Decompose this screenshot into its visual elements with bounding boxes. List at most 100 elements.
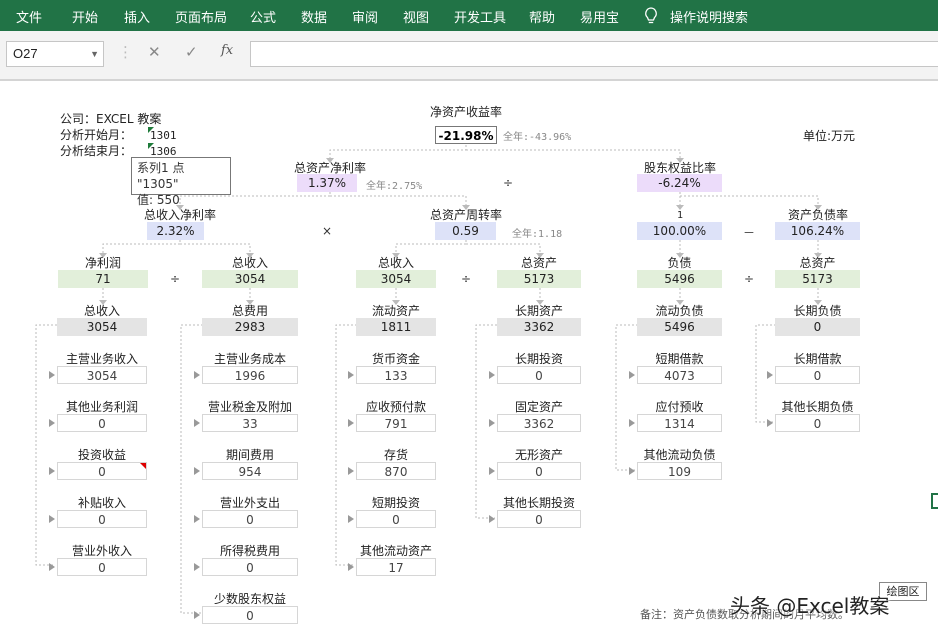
detail-item-value[interactable]: 0 <box>202 558 298 576</box>
detail-item-value[interactable]: 0 <box>57 462 147 480</box>
watermark: 头条 @Excel教案 <box>730 594 890 618</box>
detail-item-label: 所得税费用 <box>219 544 280 558</box>
liabilities-label: 负债 <box>667 256 692 270</box>
arrow-right-icon <box>49 371 55 379</box>
total-revenue-value[interactable]: 3054 <box>356 270 436 288</box>
detail-item-value[interactable]: 17 <box>356 558 436 576</box>
column-head-label: 长期资产 <box>514 304 563 318</box>
roe-label: 净资产收益率 <box>429 105 502 119</box>
detail-item-value[interactable]: 0 <box>202 606 298 624</box>
total-revenue-value[interactable]: 3054 <box>202 270 298 288</box>
divide-operator: ÷ <box>503 176 514 190</box>
detail-item-value[interactable]: 133 <box>356 366 436 384</box>
detail-item-value[interactable]: 1314 <box>637 414 722 432</box>
detail-item-value[interactable]: 3362 <box>497 414 581 432</box>
detail-item-label: 营业外收入 <box>71 544 132 558</box>
detail-item-value[interactable]: 0 <box>57 558 147 576</box>
detail-item-label: 投资收益 <box>77 448 126 462</box>
roe-year: 全年:-43.96% <box>503 128 571 143</box>
detail-item-value[interactable]: 0 <box>497 510 581 528</box>
column-head-label: 总费用 <box>231 304 268 318</box>
arrow-right-icon <box>629 371 635 379</box>
column-head-value[interactable]: 1811 <box>356 318 436 336</box>
arrow-right-icon <box>49 515 55 523</box>
asset-turnover-year: 全年:1.18 <box>512 225 562 240</box>
detail-item-value[interactable]: 0 <box>775 366 860 384</box>
detail-item-label: 其他流动负债 <box>643 448 716 462</box>
arrow-right-icon <box>489 371 495 379</box>
column-head-label: 流动资产 <box>371 304 420 318</box>
detail-item-value[interactable]: 1996 <box>202 366 298 384</box>
detail-item-value[interactable]: 0 <box>497 462 581 480</box>
arrow-right-icon <box>194 515 200 523</box>
comment-indicator-icon <box>140 463 146 469</box>
column-head-value[interactable]: 2983 <box>202 318 298 336</box>
arrow-right-icon <box>348 563 354 571</box>
detail-item-label: 货币资金 <box>371 352 420 366</box>
roa-value[interactable]: 1.37% <box>297 174 357 192</box>
arrow-right-icon <box>489 515 495 523</box>
total-assets-label: 总资产 <box>799 256 836 270</box>
detail-item-value[interactable]: 870 <box>356 462 436 480</box>
detail-item-value[interactable]: 4073 <box>637 366 722 384</box>
column-head-label: 长期负债 <box>793 304 842 318</box>
arrow-right-icon <box>348 371 354 379</box>
detail-item-label: 营业外支出 <box>219 496 280 510</box>
arrow-right-icon <box>629 419 635 427</box>
divide-operator: ÷ <box>744 272 755 286</box>
detail-item-value[interactable]: 33 <box>202 414 298 432</box>
detail-item-label: 主营业务成本 <box>213 352 286 366</box>
debt-ratio-value[interactable]: 106.24% <box>775 222 860 240</box>
detail-item-value[interactable]: 791 <box>356 414 436 432</box>
detail-item-value[interactable]: 0 <box>497 366 581 384</box>
detail-item-label: 其他长期投资 <box>502 496 575 510</box>
roe-value[interactable]: -21.98% <box>435 126 497 144</box>
detail-item-label: 营业税金及附加 <box>207 400 292 414</box>
roa-year: 全年:2.75% <box>366 177 422 192</box>
liabilities-value[interactable]: 5496 <box>637 270 722 288</box>
column-head-value[interactable]: 5496 <box>637 318 722 336</box>
error-indicator-icon <box>148 127 154 133</box>
net-profit-value[interactable]: 71 <box>58 270 148 288</box>
arrow-right-icon <box>489 467 495 475</box>
column-head-label: 总收入 <box>83 304 120 318</box>
company-label: 公司：EXCEL 教案 <box>60 112 162 126</box>
column-head-value[interactable]: 3362 <box>497 318 581 336</box>
detail-item-value[interactable]: 954 <box>202 462 298 480</box>
detail-item-label: 补贴收入 <box>77 496 126 510</box>
arrow-right-icon <box>629 467 635 475</box>
detail-item-value[interactable]: 0 <box>57 414 147 432</box>
asset-turnover-label: 总资产周转率 <box>429 208 502 222</box>
roa-year-value: 2.75% <box>392 181 423 192</box>
detail-item-label: 应付预收 <box>655 400 704 414</box>
end-month-label: 分析结束月： <box>60 144 133 158</box>
column-head-value[interactable]: 0 <box>775 318 860 336</box>
arrow-right-icon <box>194 563 200 571</box>
detail-item-label: 主营业务收入 <box>65 352 138 366</box>
net-margin-label: 总收入净利率 <box>143 208 216 222</box>
arrow-right-icon <box>348 419 354 427</box>
detail-item-label: 存货 <box>383 448 408 462</box>
net-margin-value[interactable]: 2.32% <box>147 222 204 240</box>
asset-turnover-value[interactable]: 0.59 <box>435 222 496 240</box>
total-assets-value[interactable]: 5173 <box>775 270 860 288</box>
equity-ratio-value[interactable]: -6.24% <box>637 174 722 192</box>
detail-item-value[interactable]: 3054 <box>57 366 147 384</box>
chart-tooltip: 系列1 点 "1305" 值: 550 <box>131 157 231 207</box>
multiply-operator: × <box>322 224 333 238</box>
one-value[interactable]: 100.00% <box>637 222 722 240</box>
detail-item-label: 无形资产 <box>514 448 563 462</box>
detail-item-label: 短期投资 <box>371 496 420 510</box>
detail-item-value[interactable]: 0 <box>202 510 298 528</box>
arrow-right-icon <box>194 371 200 379</box>
detail-item-value[interactable]: 0 <box>775 414 860 432</box>
detail-item-value[interactable]: 109 <box>637 462 722 480</box>
total-assets-value[interactable]: 5173 <box>497 270 581 288</box>
roe-year-value: -43.96% <box>529 132 572 143</box>
detail-item-label: 应收预付款 <box>365 400 426 414</box>
detail-item-value[interactable]: 0 <box>356 510 436 528</box>
column-head-value[interactable]: 3054 <box>57 318 147 336</box>
total-revenue-label: 总收入 <box>377 256 414 270</box>
detail-item-value[interactable]: 0 <box>57 510 147 528</box>
detail-item-label: 期间费用 <box>225 448 274 462</box>
